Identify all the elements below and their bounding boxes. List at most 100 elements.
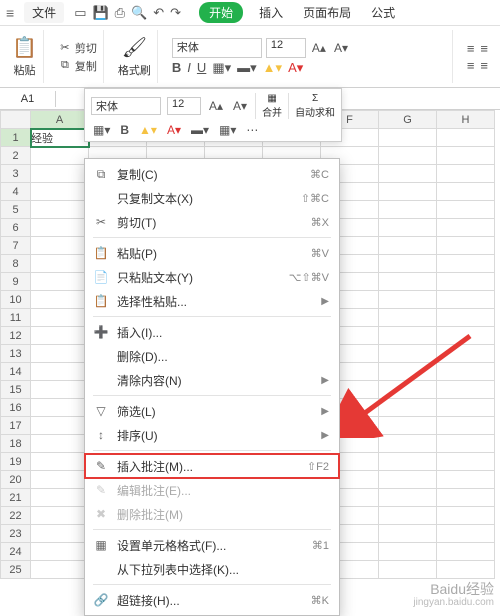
row-header-22[interactable]: 22 [1,507,31,525]
col-header-A[interactable]: A [31,111,89,129]
cell-A5[interactable] [31,201,89,219]
row-header-21[interactable]: 21 [1,489,31,507]
mini-merge-button[interactable]: ▦ 合并 [255,93,282,119]
row-header-15[interactable]: 15 [1,381,31,399]
cell-H7[interactable] [437,237,495,255]
mini-fontcolor-icon[interactable]: A▾ [165,123,183,137]
mini-bold-icon[interactable]: B [118,123,131,137]
cell-A21[interactable] [31,489,89,507]
hamburger-icon[interactable]: ≡ [6,5,14,21]
mini-format-icon[interactable]: ⋯ [244,123,260,137]
cell-A4[interactable] [31,183,89,201]
row-header-10[interactable]: 10 [1,291,31,309]
context-item-2[interactable]: ✂ 剪切(T) ⌘X [85,210,339,234]
row-header-9[interactable]: 9 [1,273,31,291]
context-item-12[interactable]: ▽ 筛选(L) ▶ [85,399,339,423]
row-header-12[interactable]: 12 [1,327,31,345]
col-header-H[interactable]: H [437,111,495,129]
tab-start[interactable]: 开始 [199,2,243,23]
cell-H19[interactable] [437,453,495,471]
row-header-5[interactable]: 5 [1,201,31,219]
cell-A13[interactable] [31,345,89,363]
cell-H3[interactable] [437,165,495,183]
cell-G17[interactable] [379,417,437,435]
cell-H5[interactable] [437,201,495,219]
row-header-23[interactable]: 23 [1,525,31,543]
context-item-13[interactable]: ↕ 排序(U) ▶ [85,423,339,447]
row-header-2[interactable]: 2 [1,147,31,165]
underline-button[interactable]: U [197,60,206,75]
context-item-9[interactable]: 删除(D)... [85,344,339,368]
cell-H12[interactable] [437,327,495,345]
row-header-25[interactable]: 25 [1,561,31,579]
cell-H4[interactable] [437,183,495,201]
context-item-22[interactable]: 🔗 超链接(H)... ⌘K [85,588,339,612]
cell-G14[interactable] [379,363,437,381]
increase-font-icon[interactable]: A▴ [310,41,328,55]
open-icon[interactable]: ▭ [74,5,86,21]
cell-G2[interactable] [379,147,437,165]
cell-G3[interactable] [379,165,437,183]
cell-A8[interactable] [31,255,89,273]
cell-G21[interactable] [379,489,437,507]
cell-H1[interactable] [437,129,495,147]
mini-font-name[interactable]: 宋体 [91,97,161,115]
save-icon[interactable]: 💾 [92,5,108,21]
cell-H25[interactable] [437,561,495,579]
row-header-17[interactable]: 17 [1,417,31,435]
cell-G25[interactable] [379,561,437,579]
cell-A9[interactable] [31,273,89,291]
copy-button[interactable]: ⧉复制 [58,58,97,74]
cell-A20[interactable] [31,471,89,489]
cell-A25[interactable] [31,561,89,579]
name-box[interactable]: A1 [0,91,56,107]
bold-button[interactable]: B [172,60,181,75]
cell-A19[interactable] [31,453,89,471]
highlight-button[interactable]: ▲▾ [263,60,282,76]
mini-font-size[interactable]: 12 [167,97,201,115]
cell-H10[interactable] [437,291,495,309]
col-header-G[interactable]: G [379,111,437,129]
cell-A10[interactable] [31,291,89,309]
cell-A3[interactable] [31,165,89,183]
cell-H21[interactable] [437,489,495,507]
file-menu[interactable]: 文件 [24,2,64,23]
mini-fill-icon[interactable]: ▬▾ [189,123,211,137]
cell-A16[interactable] [31,399,89,417]
cell-G19[interactable] [379,453,437,471]
cell-H18[interactable] [437,435,495,453]
font-color-button[interactable]: A▾ [288,60,303,76]
cell-G7[interactable] [379,237,437,255]
cell-G18[interactable] [379,435,437,453]
cell-H6[interactable] [437,219,495,237]
cell-H16[interactable] [437,399,495,417]
context-item-19[interactable]: ▦ 设置单元格格式(F)... ⌘1 [85,533,339,557]
cell-H13[interactable] [437,345,495,363]
cell-H14[interactable] [437,363,495,381]
cell-A2[interactable] [31,147,89,165]
row-header-8[interactable]: 8 [1,255,31,273]
row-header-20[interactable]: 20 [1,471,31,489]
cell-H24[interactable] [437,543,495,561]
cell-H20[interactable] [437,471,495,489]
italic-button[interactable]: I [187,60,191,75]
mini-increase-font-icon[interactable]: A▴ [207,99,225,113]
select-all-corner[interactable] [1,111,31,129]
cell-G13[interactable] [379,345,437,363]
row-header-7[interactable]: 7 [1,237,31,255]
align-middle-icon[interactable]: ≡ [480,41,488,56]
cell-G5[interactable] [379,201,437,219]
font-name-select[interactable]: 宋体 [172,38,262,58]
cell-H11[interactable] [437,309,495,327]
mini-decrease-font-icon[interactable]: A▾ [231,99,249,113]
row-header-6[interactable]: 6 [1,219,31,237]
cell-A14[interactable] [31,363,89,381]
cell-H8[interactable] [437,255,495,273]
row-header-14[interactable]: 14 [1,363,31,381]
row-header-19[interactable]: 19 [1,453,31,471]
fill-color-button[interactable]: ▬▾ [237,60,257,76]
cell-G15[interactable] [379,381,437,399]
tab-layout[interactable]: 页面布局 [299,2,355,23]
cell-A11[interactable] [31,309,89,327]
cell-A1[interactable]: 经验 [31,129,89,147]
